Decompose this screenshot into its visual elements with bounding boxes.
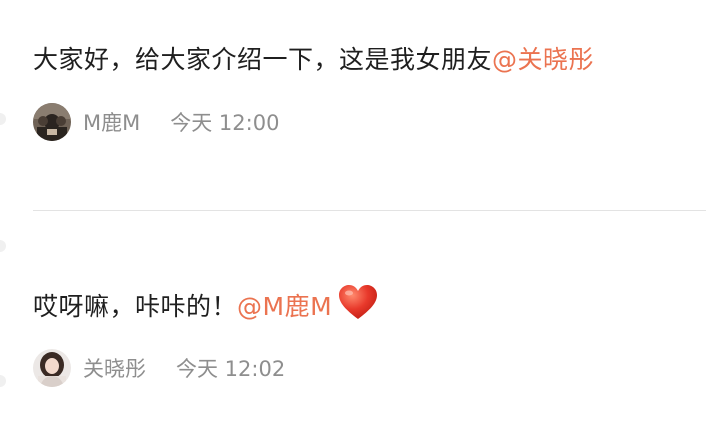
comment-meta: 关晓彤 今天 12:02 <box>33 346 285 390</box>
mention-link[interactable]: @M鹿M <box>237 292 332 321</box>
edge-dot <box>0 375 6 387</box>
comment-text: 哎呀嘛，咔咔的！@M鹿M <box>33 285 378 327</box>
comment-body: 哎呀嘛，咔咔的！ <box>33 292 238 321</box>
avatar-photo-icon <box>33 103 71 141</box>
username[interactable]: 关晓彤 <box>83 353 146 383</box>
comment-body: 大家好，给大家介绍一下，这是我女朋友 <box>33 45 493 74</box>
comment-meta: M鹿M 今天 12:00 <box>33 100 279 144</box>
mention-link[interactable]: @关晓彤 <box>492 45 594 74</box>
timestamp: 今天 12:02 <box>176 357 286 381</box>
edge-dot <box>0 113 6 125</box>
comment-text: 大家好，给大家介绍一下，这是我女朋友@关晓彤 <box>33 40 594 76</box>
heart-icon <box>338 285 378 327</box>
avatar[interactable] <box>33 349 71 387</box>
edge-dot <box>0 240 6 252</box>
username[interactable]: M鹿M <box>83 107 140 137</box>
avatar[interactable] <box>33 103 71 141</box>
divider <box>33 210 706 211</box>
avatar-photo-icon <box>33 349 71 387</box>
timestamp: 今天 12:00 <box>170 111 280 135</box>
